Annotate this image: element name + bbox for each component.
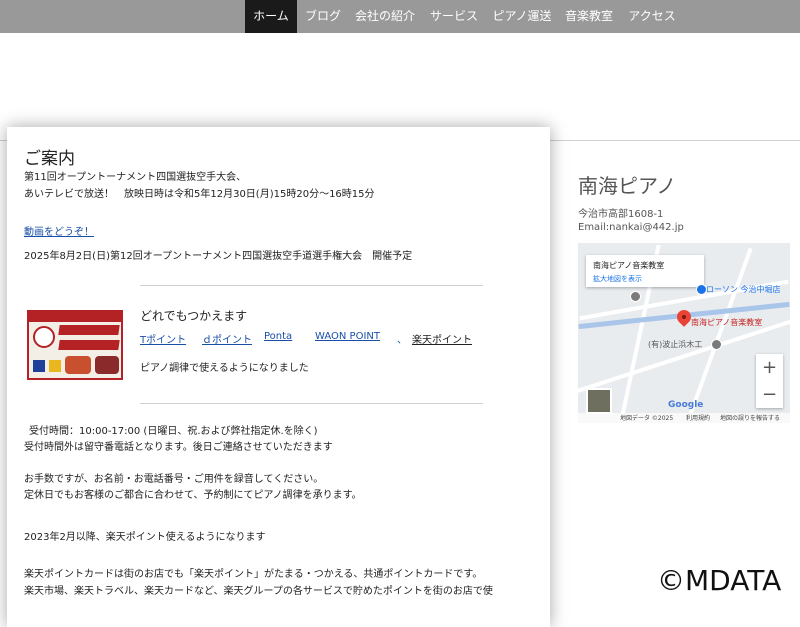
map-zoom-controls: + − [756, 354, 783, 408]
point-link-rakuten[interactable]: 楽天ポイント [412, 331, 472, 346]
message-line-2: 定休日でもお客様のご都合に合わせて、予約制にてピアノ調律を承ります。 [24, 490, 362, 501]
nav-item-blog[interactable]: ブログ [299, 0, 347, 33]
zoom-out-button[interactable]: − [756, 381, 783, 408]
message-line-1: お手数ですが、お名前・お電話番号・ご用件を録音してください。 [24, 474, 324, 485]
nav-item-home[interactable]: ホーム [245, 0, 297, 33]
rakuten-line-1: 楽天ポイントカードは街のお店でも「楽天ポイント」がたまる・つかえる、共通ポイント… [24, 569, 483, 580]
main-content-card: ご案内 第11回オープントーナメント四国選抜空手大会、 あいテレビで放送！ 放映… [7, 127, 550, 627]
zoom-in-button[interactable]: + [756, 354, 783, 381]
google-logo: Google [668, 400, 704, 410]
map-info-card: 南海ピアノ音楽教室 拡大地図を表示 [586, 255, 704, 287]
banner-top-strip [29, 312, 121, 322]
location-pin-dot [682, 315, 686, 319]
sidebar-email: Email:nankai@442.jp [578, 222, 684, 233]
map-footer: 地図データ ©2025 利用規約 地図の誤りを報告する [578, 413, 790, 423]
notice-line-2: あいテレビで放送！ 放映日時は令和5年12月30日(月)15時20分～16時15… [24, 189, 375, 200]
watermark: ©MDATA [657, 564, 782, 597]
hours-line-2: 受付時間外は留守番電話となります。後日ご連絡させていただきます [24, 442, 333, 453]
page-title: ご案内 [24, 149, 75, 169]
map-label-marker: 南海ピアノ音楽教室 [691, 318, 763, 327]
video-link[interactable]: 動画をどうぞ！ [24, 226, 94, 240]
shop-badge-icon [33, 326, 55, 348]
hours-line-1: 受付時間：10:00-17:00 (日曜日、祝.および弊社指定休.を除く) [29, 426, 318, 437]
point-card-icon [65, 356, 91, 374]
point-card-icon [49, 360, 61, 372]
point-link-waon[interactable]: WAON POINT [315, 331, 380, 342]
map-terms-link[interactable]: 利用規約 [686, 413, 710, 422]
map-card-title: 南海ピアノ音楽教室 [593, 261, 665, 270]
rakuten-line-2: 楽天市場、楽天トラベル、楽天カードなど、楽天グループの各サービスで貯めたポイント… [24, 586, 493, 597]
point-card-icon [33, 360, 45, 372]
banner-headline-line2 [58, 340, 120, 350]
point-card-icon [95, 356, 119, 374]
map-label-wood: (有)波止浜木工 [648, 340, 703, 349]
rakuten-since: 2023年2月以降、楽天ポイント使えるようになります [24, 532, 266, 543]
event-notice: 2025年8月2日(日)第12回オープントーナメント四国選抜空手道選手権大会 開… [24, 251, 413, 262]
nav-item-services[interactable]: サービス [424, 0, 484, 33]
notice-line-1: 第11回オープントーナメント四国選抜空手大会、 [24, 172, 247, 183]
map-label-lawson: ローソン 今治中堀店 [706, 285, 781, 294]
point-link-d[interactable]: ｄポイント [202, 331, 252, 346]
top-navigation: ホーム ブログ 会社の紹介 サービス ピアノ運送 音楽教室 アクセス [0, 0, 800, 33]
banner-headline-line1 [58, 325, 120, 335]
nav-item-company[interactable]: 会社の紹介 [351, 0, 419, 33]
poi-icon [711, 339, 722, 350]
embedded-map[interactable]: 南海ピアノ音楽教室 拡大地図を表示 ローソン 今治中堀店 南海ピアノ音楽教室 (… [578, 243, 790, 423]
point-separator: 、 [397, 335, 407, 346]
divider [140, 403, 483, 404]
nav-item-piano-transport[interactable]: ピアノ運送 [488, 0, 556, 33]
map-data-credit: 地図データ ©2025 [620, 415, 674, 422]
nav-item-access[interactable]: アクセス [622, 0, 682, 33]
divider [140, 285, 483, 286]
poi-icon [630, 291, 641, 302]
point-card-banner [27, 310, 123, 380]
map-enlarge-link[interactable]: 拡大地図を表示 [593, 274, 642, 284]
piano-note: ピアノ調律で使えるようになりました [140, 363, 309, 374]
map-report-link[interactable]: 地図の誤りを報告する [720, 413, 780, 422]
sidebar-address: 今治市高部1608-1 [578, 209, 664, 220]
point-link-ponta[interactable]: Ponta [264, 331, 292, 342]
sidebar-title: 南海ピアノ [578, 174, 677, 198]
point-link-t[interactable]: Tポイント [140, 331, 186, 346]
satellite-toggle-thumbnail[interactable] [586, 388, 612, 414]
nav-item-music-school[interactable]: 音楽教室 [561, 0, 617, 33]
points-heading: どれでもつかえます [140, 309, 248, 323]
